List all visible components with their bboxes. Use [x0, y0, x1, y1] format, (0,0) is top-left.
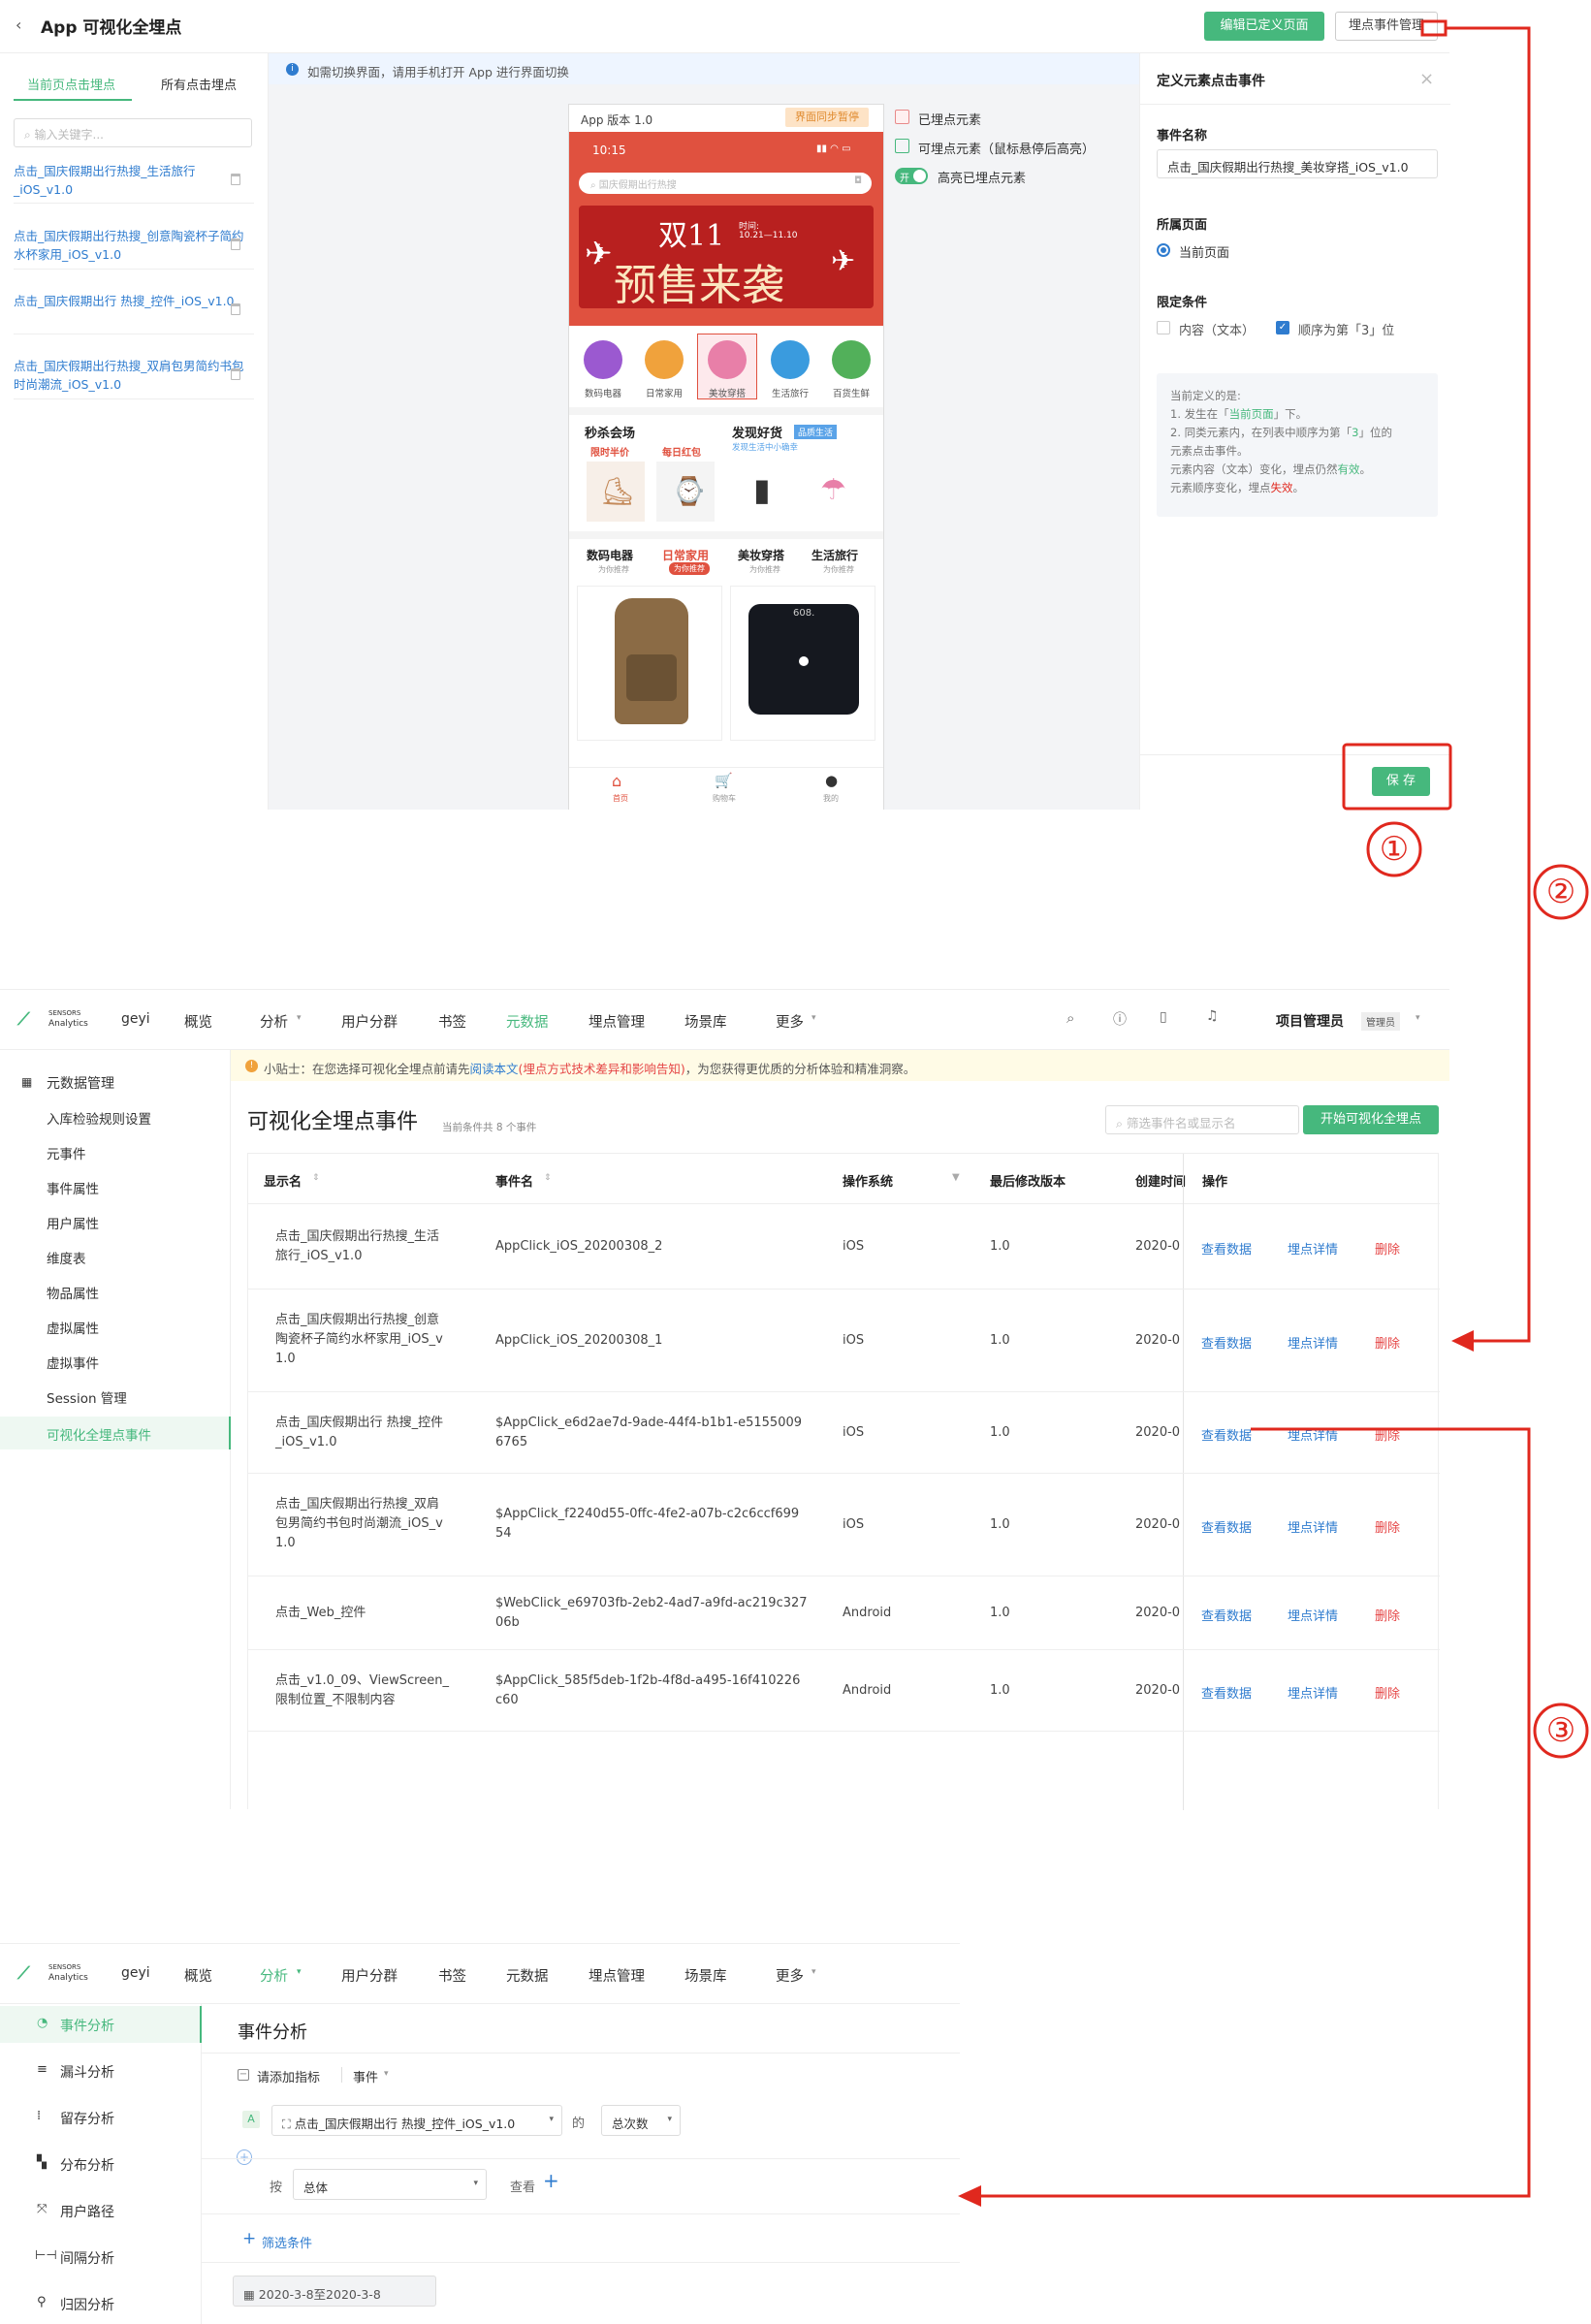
- arrow-step-3: [977, 1427, 1531, 2198]
- step-3-label: ③: [1545, 1711, 1576, 1750]
- arrow-head: [958, 2185, 981, 2207]
- step-2-label: ②: [1545, 873, 1576, 911]
- step-1-label: ①: [1379, 830, 1410, 869]
- arrow-head: [1451, 1330, 1474, 1352]
- manage-button-highlight: [1420, 19, 1448, 37]
- arrow-step-2: [1446, 26, 1531, 1343]
- save-highlight-box: [1342, 743, 1452, 811]
- annotation-overlay: [958, 19, 1589, 2207]
